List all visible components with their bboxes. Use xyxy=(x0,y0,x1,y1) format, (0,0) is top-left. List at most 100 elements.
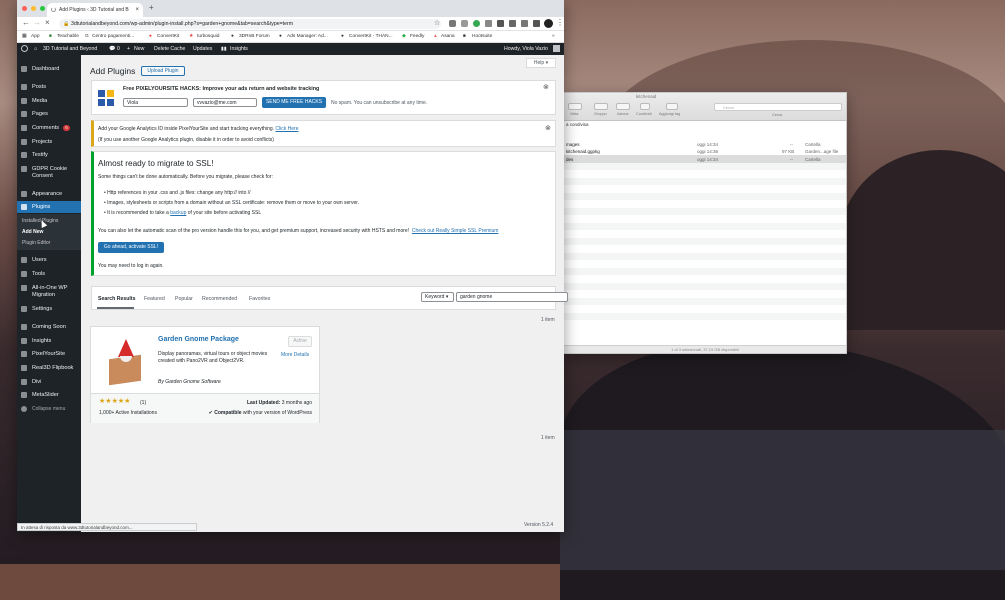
browser-tab[interactable]: Add Plugins ‹ 3D Tutorial and B × xyxy=(47,3,143,17)
menu-migration[interactable]: All-in-One WP Migration xyxy=(17,282,81,302)
submenu-plugin-editor[interactable]: Plugin Editor xyxy=(22,240,50,246)
tab-search-results[interactable]: Search Results xyxy=(98,296,135,302)
insights-link[interactable]: Insights xyxy=(230,46,248,52)
search-type-select[interactable]: Keyword ▾ xyxy=(421,292,454,302)
ga-click-here-link[interactable]: Click Here xyxy=(275,126,298,132)
finder-group-button[interactable] xyxy=(594,103,608,110)
send-hacks-button[interactable]: SEND ME FREE HACKS xyxy=(262,97,326,108)
more-details-link[interactable]: More Details xyxy=(281,352,309,358)
puzzle-icon[interactable] xyxy=(533,20,540,27)
dismiss-notice-icon[interactable]: ⊗ xyxy=(545,124,551,132)
menu-dashboard[interactable]: Dashboard xyxy=(17,63,81,75)
minimize-window-icon[interactable] xyxy=(31,6,36,11)
extension-icon[interactable] xyxy=(497,20,504,27)
finder-row[interactable]: mages oggi 14:34 -- Cartella xyxy=(564,140,846,148)
bookmark-item[interactable]: Centro pagamenti... xyxy=(92,34,134,39)
finder-row-selected[interactable]: des oggi 14:34 -- Cartella xyxy=(564,155,846,163)
bookmark-item[interactable]: Teachable xyxy=(57,34,79,39)
bookmark-item[interactable]: ConvertKit xyxy=(157,34,179,39)
bookmark-item[interactable]: App xyxy=(31,34,40,39)
finder-action-button[interactable] xyxy=(616,103,630,110)
menu-tools[interactable]: Tools xyxy=(17,268,81,280)
tab-favorites[interactable]: Favorites xyxy=(249,296,270,302)
updates-link[interactable]: Updates xyxy=(193,46,212,52)
menu-pixelyoursite[interactable]: PixelYourSite xyxy=(17,348,81,360)
finder-share-button[interactable] xyxy=(640,103,650,110)
menu-appearance[interactable]: Appearance xyxy=(17,188,81,200)
forward-icon[interactable]: → xyxy=(33,18,41,27)
new-tab-icon[interactable]: + xyxy=(149,3,154,12)
finder-tag-button[interactable] xyxy=(666,103,678,110)
tab-featured[interactable]: Featured xyxy=(144,296,165,302)
menu-kebab-icon[interactable]: ⋮ xyxy=(556,18,564,27)
settings-icon xyxy=(21,306,27,312)
extension-icon[interactable] xyxy=(449,20,456,27)
menu-divi[interactable]: Divi xyxy=(17,376,81,388)
menu-real3d-flipbook[interactable]: Real3D Flipbook xyxy=(17,362,81,374)
tab-recommended[interactable]: Recommended xyxy=(202,296,237,302)
extension-icon[interactable] xyxy=(509,20,516,27)
close-tab-icon[interactable]: × xyxy=(135,3,139,17)
plugin-active-button[interactable]: Active xyxy=(288,336,312,347)
back-icon[interactable]: ← xyxy=(22,18,30,27)
user-avatar[interactable] xyxy=(553,45,560,52)
gnome-package-icon[interactable] xyxy=(105,339,143,386)
bookmark-item[interactable]: Asana xyxy=(441,34,455,39)
finder-view-button[interactable] xyxy=(568,103,582,110)
menu-plugins[interactable]: Plugins xyxy=(17,201,81,213)
help-tab[interactable]: Help ▾ xyxy=(526,58,556,68)
bookmark-item[interactable]: 3DRnB Forum xyxy=(239,34,270,39)
stop-loading-icon[interactable]: × xyxy=(45,18,50,27)
finder-row[interactable]: kitchenaid.ggpkg oggi 14:36 97 KB Garden… xyxy=(564,147,846,155)
finder-search-input[interactable]: Cerca xyxy=(714,103,842,111)
pixelyoursite-logo-icon xyxy=(98,90,114,106)
menu-insights[interactable]: Insights xyxy=(17,335,81,347)
menu-testify[interactable]: Testify xyxy=(17,149,81,161)
tab-popular[interactable]: Popular xyxy=(175,296,193,302)
menu-coming-soon[interactable]: Coming Soon xyxy=(17,321,81,333)
address-bar[interactable]: 🔒 3dtutorialandbeyond.com/wp-admin/plugi… xyxy=(59,19,441,29)
extension-icon[interactable] xyxy=(521,20,528,27)
menu-gdpr[interactable]: GDPR Cookie Consent xyxy=(17,163,81,183)
bookmark-star-icon[interactable]: ☆ xyxy=(434,19,440,27)
plugin-search-input[interactable]: garden gnome xyxy=(456,292,568,302)
close-window-icon[interactable] xyxy=(22,6,27,11)
plugin-name-link[interactable]: Garden Gnome Package xyxy=(158,336,239,343)
bookmarks-overflow-icon[interactable]: » xyxy=(552,34,555,39)
menu-metaslider[interactable]: MetaSlider xyxy=(17,389,81,401)
account-greeting[interactable]: Howdy, Viola Vazio xyxy=(504,46,548,52)
menu-media[interactable]: Media xyxy=(17,95,81,107)
menu-comments[interactable]: Comments 6 xyxy=(17,122,81,134)
menu-projects[interactable]: Projects xyxy=(17,136,81,148)
bookmark-item[interactable]: turbosquid xyxy=(197,34,219,39)
name-field[interactable]: Viola xyxy=(123,98,188,107)
extension-icon[interactable] xyxy=(461,20,468,27)
profile-avatar-icon[interactable] xyxy=(544,19,553,28)
bookmark-item[interactable]: ConvertKit - THAN... xyxy=(349,34,393,39)
menu-pages[interactable]: Pages xyxy=(17,108,81,120)
menu-settings[interactable]: Settings xyxy=(17,303,81,315)
bookmark-item[interactable]: Ads Manager: Ad... xyxy=(287,34,328,39)
activate-ssl-button[interactable]: Go ahead, activate SSL! xyxy=(98,242,164,253)
email-field[interactable]: vvvazio@me.com xyxy=(193,98,257,107)
submenu-add-new[interactable]: Add New xyxy=(22,229,43,235)
ssl-premium-link[interactable]: Check out Really Simple SSL Premium xyxy=(412,228,499,234)
backup-link[interactable]: backup xyxy=(170,210,186,216)
menu-collapse[interactable]: Collapse menu xyxy=(17,403,81,415)
extension-icon[interactable] xyxy=(485,20,492,27)
menu-label: Insights xyxy=(32,338,52,344)
wordpress-logo-icon[interactable] xyxy=(21,45,28,52)
new-link[interactable]: New xyxy=(134,46,144,52)
bookmark-item[interactable]: Hootsuite xyxy=(472,34,492,39)
maximize-window-icon[interactable] xyxy=(40,6,45,11)
dismiss-notice-icon[interactable]: ⊗ xyxy=(543,83,549,91)
delete-cache-link[interactable]: Delete Cache xyxy=(154,46,185,52)
menu-users[interactable]: Users xyxy=(17,254,81,266)
extension-icon[interactable] xyxy=(473,20,480,27)
comments-icon[interactable]: 💬 xyxy=(109,46,115,52)
upload-plugin-button[interactable]: Upload Plugin xyxy=(141,66,185,76)
site-name-link[interactable]: 3D Tutorial and Beyond xyxy=(43,46,97,52)
apps-grid-icon[interactable]: ▦ xyxy=(22,34,27,39)
bookmark-item[interactable]: Feedly xyxy=(410,34,424,39)
menu-posts[interactable]: Posts xyxy=(17,81,81,93)
